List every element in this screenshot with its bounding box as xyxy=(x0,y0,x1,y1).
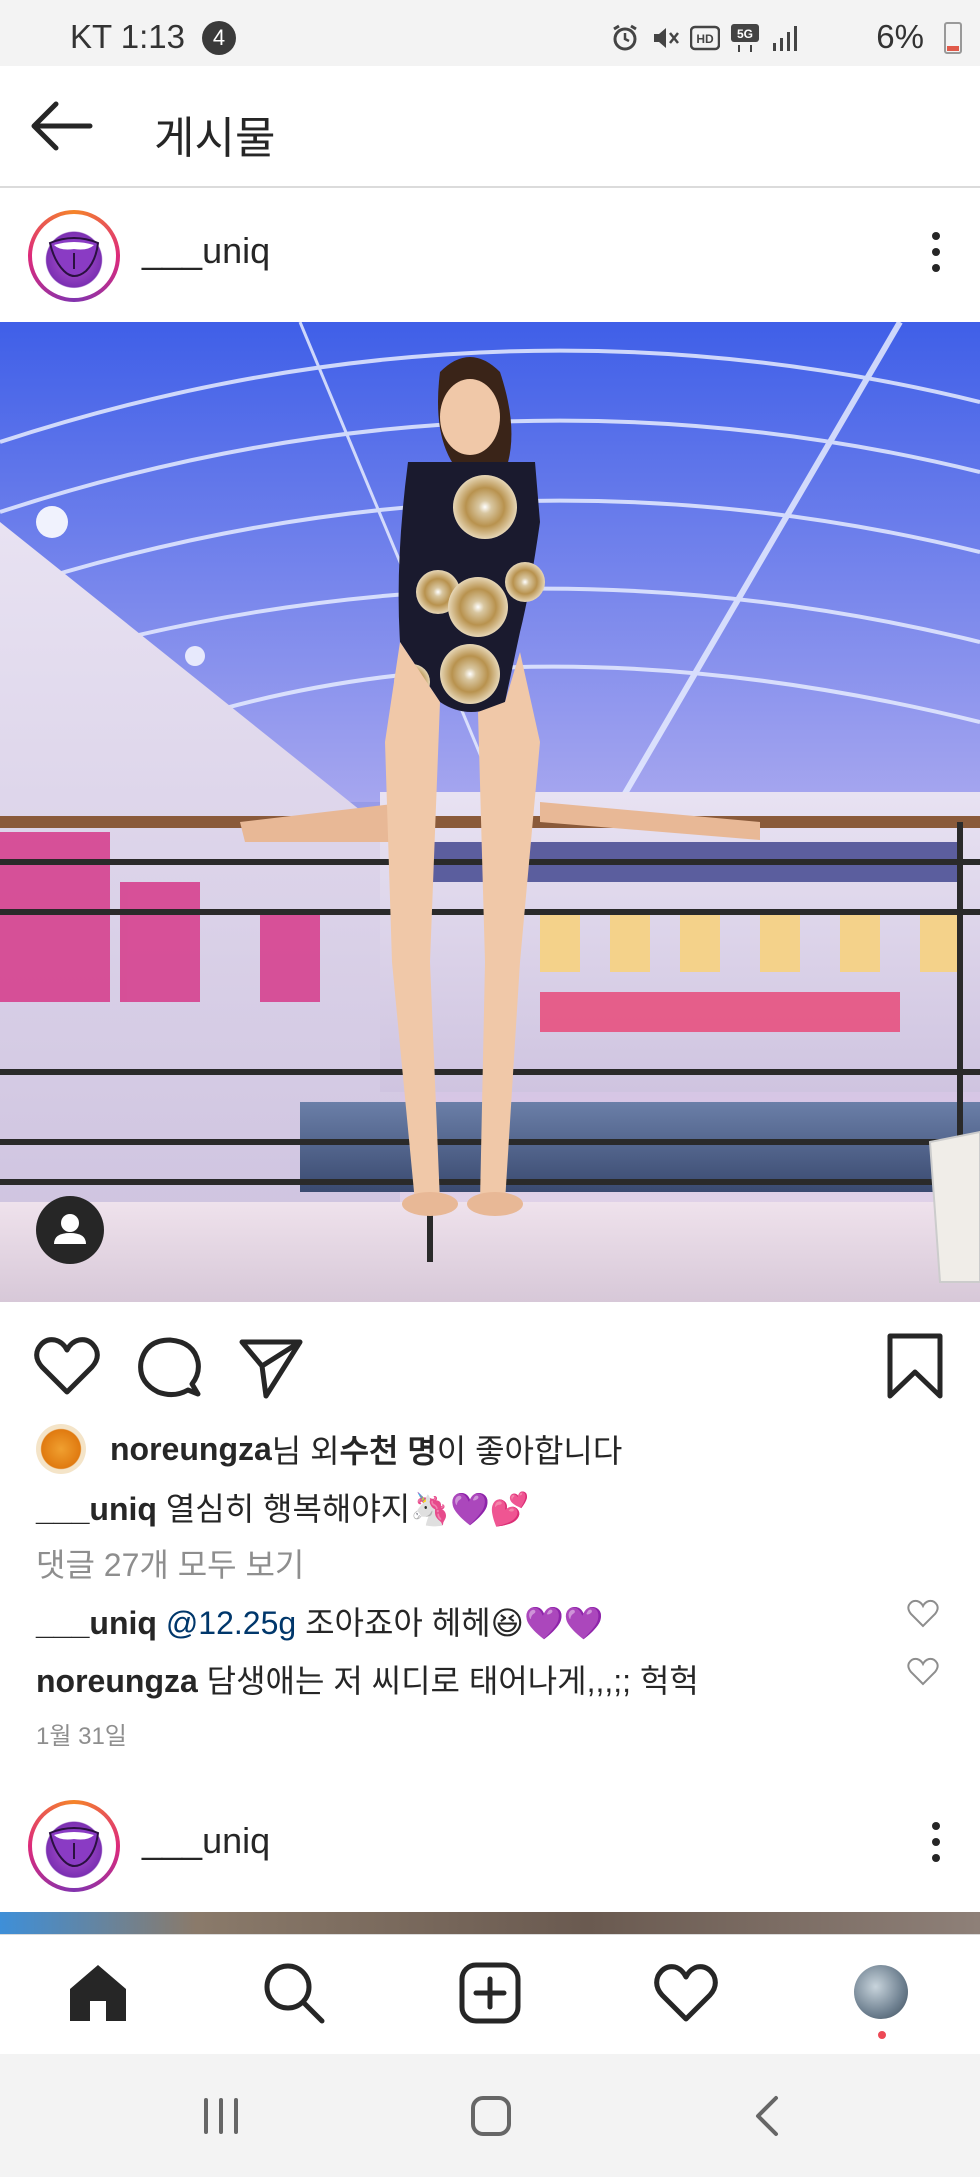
post-caption: ___uniq 열심히 행복해야지🦄💜💕 xyxy=(36,1484,530,1530)
likes-text-1: 님 외 xyxy=(271,1433,340,1469)
comment-item: ___uniq @12.25g 조아죠아 헤헤😆💜💜 xyxy=(36,1598,604,1644)
svg-text:5G: 5G xyxy=(737,27,753,41)
tagged-users-button[interactable] xyxy=(36,1196,104,1264)
system-home-button[interactable] xyxy=(466,2094,516,2138)
hd-icon: HD xyxy=(690,25,720,51)
likes-count[interactable]: 수천 명 xyxy=(340,1426,437,1472)
comment-like-button[interactable] xyxy=(906,1656,940,1688)
more-options-button[interactable] xyxy=(928,226,944,282)
activity-heart-icon xyxy=(654,1964,718,2022)
post-photo[interactable] xyxy=(0,322,980,1302)
save-button[interactable] xyxy=(880,1332,950,1402)
comment-username[interactable]: ___uniq xyxy=(36,1605,157,1641)
likes-text-2: 이 좋아합니다 xyxy=(436,1433,623,1469)
mute-icon xyxy=(654,28,679,48)
post-author-username[interactable]: ___uniq xyxy=(142,1820,270,1862)
next-post-header: ___uniq xyxy=(0,1780,980,1910)
nav-profile-avatar[interactable] xyxy=(854,1965,908,2019)
home-icon xyxy=(70,1965,126,2021)
comment-text: 조아죠아 헤헤 xyxy=(296,1605,491,1641)
post-photo-illustration xyxy=(0,322,980,1302)
nav-home-button[interactable] xyxy=(64,1959,132,2027)
comment-emojis: 😆💜💜 xyxy=(490,1604,604,1642)
notification-dot xyxy=(878,2031,886,2039)
heart-outline-icon xyxy=(907,1657,939,1686)
status-icons: HD 5G xyxy=(610,22,800,54)
post-date: 1월 31일 xyxy=(36,1723,127,1750)
comment-text: 담생애는 저 씨디로 태어나게,,,;; 헉헉 xyxy=(197,1663,699,1699)
share-button[interactable] xyxy=(236,1332,306,1402)
caption-emojis: 🦄💜💕 xyxy=(410,1490,530,1528)
post-author-avatar[interactable] xyxy=(28,210,120,302)
more-dot-icon xyxy=(932,1822,940,1830)
home-button-icon xyxy=(471,2096,511,2136)
post-header: ___uniq xyxy=(0,190,980,320)
notification-count-badge: 4 xyxy=(202,21,236,55)
svg-text:HD: HD xyxy=(696,32,714,46)
comment-username[interactable]: noreungza xyxy=(36,1663,198,1699)
alarm-icon xyxy=(613,24,637,51)
send-paper-plane-icon xyxy=(239,1339,303,1399)
person-icon xyxy=(54,1214,86,1244)
next-post-photo[interactable] xyxy=(0,1912,980,1934)
more-dot-icon xyxy=(932,232,940,240)
caption-text: 열심히 행복해야지 xyxy=(156,1491,411,1527)
recent-apps-icon xyxy=(204,2098,238,2134)
page-title: 게시물 xyxy=(154,114,276,163)
comment-button[interactable] xyxy=(134,1332,204,1402)
bottom-navigation xyxy=(0,1934,980,2054)
back-button[interactable] xyxy=(28,96,94,156)
back-icon xyxy=(756,2096,778,2136)
more-options-button[interactable] xyxy=(928,1816,944,1872)
likes-summary[interactable]: noreungza 님 외 수천 명이 좋아합니다 xyxy=(36,1424,622,1474)
liker-username[interactable]: noreungza xyxy=(110,1431,272,1468)
rolling-stones-tongue-logo-icon xyxy=(37,1809,111,1883)
recent-apps-button[interactable] xyxy=(196,2094,246,2138)
comment-mention[interactable]: @12.25g xyxy=(157,1605,296,1641)
comment-item: noreungza 담생애는 저 씨디로 태어나게,,,;; 헉헉 xyxy=(36,1656,699,1702)
heart-outline-icon xyxy=(907,1599,939,1628)
arrow-left-icon xyxy=(31,101,93,151)
add-post-icon xyxy=(459,1962,521,2024)
post-author-avatar[interactable] xyxy=(28,1800,120,1892)
search-icon xyxy=(264,1963,325,2024)
app-header: 게시물 xyxy=(0,66,980,188)
status-time: KT 1:13 xyxy=(70,18,185,55)
5g-icon: 5G xyxy=(731,24,759,52)
caption-username[interactable]: ___uniq xyxy=(36,1491,157,1527)
post-author-username[interactable]: ___uniq xyxy=(142,230,270,272)
heart-outline-icon xyxy=(34,1337,100,1395)
status-bar: KT 1:13 4 HD 5G 6% xyxy=(0,0,980,66)
view-all-comments-link[interactable]: 댓글 27개 모두 보기 xyxy=(36,1540,304,1586)
battery-percentage: 6% xyxy=(876,18,924,55)
nav-new-post-button[interactable] xyxy=(456,1959,524,2027)
system-navigation-bar xyxy=(0,2054,980,2177)
liker-avatar xyxy=(36,1424,86,1474)
system-back-button[interactable] xyxy=(744,2094,794,2138)
battery-icon xyxy=(944,22,962,54)
rolling-stones-tongue-logo-icon xyxy=(37,219,111,293)
post-actions xyxy=(0,1302,980,1422)
signal-icon xyxy=(773,26,797,51)
comment-bubble-icon xyxy=(138,1337,201,1398)
comment-like-button[interactable] xyxy=(906,1598,940,1630)
like-button[interactable] xyxy=(32,1332,102,1402)
nav-activity-button[interactable] xyxy=(652,1959,720,2027)
bookmark-outline-icon xyxy=(887,1333,943,1399)
nav-search-button[interactable] xyxy=(260,1959,328,2027)
